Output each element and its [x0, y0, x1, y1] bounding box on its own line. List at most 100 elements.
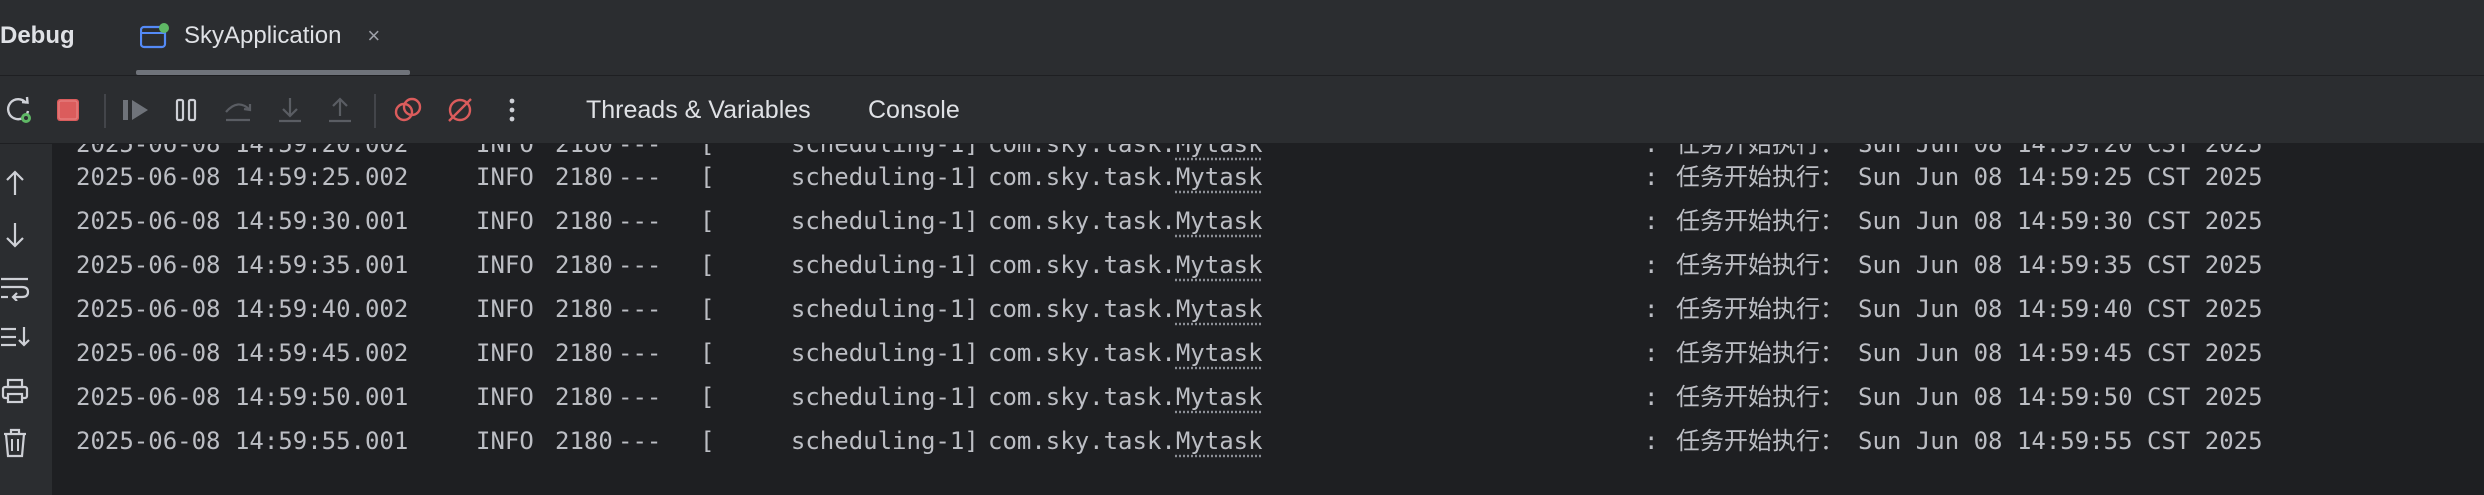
- more-icon[interactable]: [494, 92, 530, 128]
- log-separator: ---: [618, 251, 662, 279]
- logger-package: com.sky.task.: [988, 251, 1176, 279]
- logger-package: com.sky.task.: [988, 163, 1176, 191]
- tab-console[interactable]: Console: [868, 90, 960, 130]
- step-over-icon[interactable]: [220, 92, 256, 128]
- application-icon: [140, 22, 170, 50]
- view-breakpoints-icon[interactable]: [390, 92, 426, 128]
- run-tab-skyapplication[interactable]: SkyApplication ×: [136, 12, 384, 60]
- log-date: Sun Jun 08 14:59:40 CST 2025: [1858, 295, 2263, 323]
- log-timestamp: 2025-06-08 14:59:55.001: [76, 427, 409, 455]
- log-pid: 2180: [555, 207, 613, 235]
- log-separator: ---: [618, 383, 662, 411]
- log-date: Sun Jun 08 14:59:30 CST 2025: [1858, 207, 2263, 235]
- log-thread: scheduling-1]: [762, 207, 979, 235]
- logger-class-link[interactable]: Mytask: [1176, 383, 1263, 411]
- log-line: 2025-06-08 14:59:40.002 INFO 2180 --- [ …: [52, 287, 2263, 331]
- log-bracket: [: [700, 427, 715, 455]
- log-timestamp: 2025-06-08 14:59:25.002: [76, 163, 409, 191]
- log-line: 2025-06-08 14:59:25.002 INFO 2180 --- [ …: [52, 155, 2263, 199]
- panel-title: Debug: [0, 22, 75, 49]
- logger-class-link[interactable]: Mytask: [1176, 207, 1263, 235]
- logger-package: com.sky.task.: [988, 383, 1176, 411]
- log-level: INFO: [476, 163, 534, 191]
- log-bracket: [: [700, 339, 715, 367]
- log-level: INFO: [476, 427, 534, 455]
- scroll-to-end-icon[interactable]: [0, 320, 30, 354]
- logger-class-link[interactable]: Mytask: [1176, 163, 1263, 191]
- log-colon: :: [1644, 339, 1659, 367]
- log-timestamp: 2025-06-08 14:59:40.002: [76, 295, 409, 323]
- log-colon: :: [1644, 427, 1659, 455]
- log-colon: :: [1644, 295, 1659, 323]
- console-side-toolbar: [0, 144, 52, 495]
- log-message: 任务开始执行：: [1676, 427, 1844, 455]
- log-thread: scheduling-1]: [762, 339, 979, 367]
- logger-class-link[interactable]: Mytask: [1176, 251, 1263, 279]
- log-timestamp: 2025-06-08 14:59:50.001: [76, 383, 409, 411]
- log-message: 任务开始执行：: [1676, 339, 1844, 367]
- log-level: INFO: [476, 383, 534, 411]
- log-bracket: [: [700, 163, 715, 191]
- close-icon[interactable]: ×: [367, 18, 380, 54]
- log-logger: com.sky.task.Mytask: [988, 155, 1263, 199]
- log-line: 2025-06-08 14:59:55.001 INFO 2180 --- [ …: [52, 419, 2263, 463]
- logger-class-link[interactable]: Mytask: [1176, 295, 1263, 323]
- soft-wrap-icon[interactable]: [0, 270, 30, 304]
- log-logger: com.sky.task.Mytask: [988, 287, 1263, 331]
- logger-package: com.sky.task.: [988, 427, 1176, 455]
- debug-title-bar: Debug SkyApplication ×: [0, 0, 2484, 75]
- log-timestamp: 2025-06-08 14:59:35.001: [76, 251, 409, 279]
- log-pid: 2180: [555, 251, 613, 279]
- log-message: 任务开始执行：: [1676, 383, 1844, 411]
- log-thread: scheduling-1]: [762, 383, 979, 411]
- pause-icon[interactable]: [168, 92, 204, 128]
- log-thread: scheduling-1]: [762, 251, 979, 279]
- log-logger: com.sky.task.Mytask: [988, 243, 1263, 287]
- log-line: 2025-06-08 14:59:30.001 INFO 2180 --- [ …: [52, 199, 2263, 243]
- trash-icon[interactable]: [0, 426, 30, 460]
- log-message: 任务开始执行：: [1676, 295, 1844, 323]
- log-thread: scheduling-1]: [762, 295, 979, 323]
- logger-package: com.sky.task.: [988, 339, 1176, 367]
- logger-class-link[interactable]: Mytask: [1176, 427, 1263, 455]
- down-arrow-icon[interactable]: [0, 218, 30, 252]
- resume-icon[interactable]: [118, 92, 154, 128]
- log-timestamp: 2025-06-08 14:59:30.001: [76, 207, 409, 235]
- log-colon: :: [1644, 251, 1659, 279]
- log-pid: 2180: [555, 295, 613, 323]
- log-logger: com.sky.task.Mytask: [988, 419, 1263, 463]
- step-out-icon[interactable]: [322, 92, 358, 128]
- toolbar-separator: [374, 94, 376, 128]
- run-tab-label: SkyApplication: [184, 22, 342, 49]
- step-into-icon[interactable]: [272, 92, 308, 128]
- log-level: INFO: [476, 339, 534, 367]
- log-message: 任务开始执行：: [1676, 163, 1844, 191]
- log-line: 2025-06-08 14:59:35.001 INFO 2180 --- [ …: [52, 243, 2263, 287]
- print-icon[interactable]: [0, 374, 30, 408]
- stop-icon[interactable]: [50, 92, 86, 128]
- log-pid: 2180: [555, 383, 613, 411]
- log-level: INFO: [476, 207, 534, 235]
- log-bracket: [: [700, 383, 715, 411]
- rerun-icon[interactable]: [0, 92, 36, 128]
- mute-breakpoints-icon[interactable]: [442, 92, 478, 128]
- log-logger: com.sky.task.Mytask: [988, 199, 1263, 243]
- log-colon: :: [1644, 207, 1659, 235]
- log-separator: ---: [618, 163, 662, 191]
- logger-class-link[interactable]: Mytask: [1176, 339, 1263, 367]
- log-pid: 2180: [555, 427, 613, 455]
- log-date: Sun Jun 08 14:59:50 CST 2025: [1858, 383, 2263, 411]
- log-date: Sun Jun 08 14:59:25 CST 2025: [1858, 163, 2263, 191]
- console-output[interactable]: 2025-06-08 14:59:20.002 INFO 2180 --- [ …: [52, 144, 2484, 495]
- up-arrow-icon[interactable]: [0, 166, 30, 200]
- log-colon: :: [1644, 163, 1659, 191]
- log-thread: scheduling-1]: [762, 163, 979, 191]
- log-bracket: [: [700, 295, 715, 323]
- log-date: Sun Jun 08 14:59:55 CST 2025: [1858, 427, 2263, 455]
- log-separator: ---: [618, 295, 662, 323]
- log-bracket: [: [700, 251, 715, 279]
- log-logger: com.sky.task.Mytask: [988, 375, 1263, 419]
- log-separator: ---: [618, 427, 662, 455]
- log-message: 任务开始执行：: [1676, 251, 1844, 279]
- tab-threads-variables[interactable]: Threads & Variables: [586, 90, 811, 130]
